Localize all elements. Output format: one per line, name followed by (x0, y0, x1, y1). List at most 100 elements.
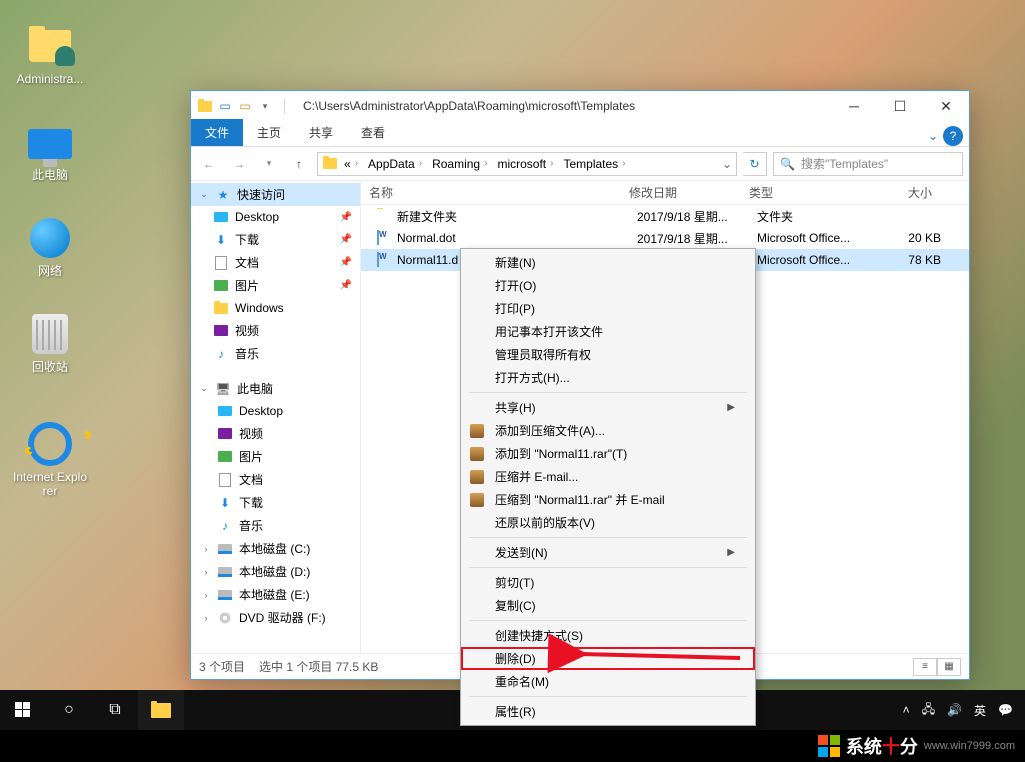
sidebar-item[interactable]: Windows (191, 297, 360, 319)
sidebar-item[interactable]: ♪音乐 (191, 514, 360, 537)
menu-item[interactable]: 新建(N) (461, 251, 755, 274)
sidebar-item-label: 本地磁盘 (D:) (239, 563, 310, 580)
network[interactable]: 网络 (12, 214, 88, 278)
sidebar-quick-access[interactable]: ⌄ ★ 快速访问 (191, 183, 360, 206)
column-date[interactable]: 修改日期 (621, 184, 741, 201)
menu-item[interactable]: 剪切(T) (461, 571, 755, 594)
tray-action-center-icon[interactable]: 💬 (998, 703, 1013, 717)
menu-item[interactable]: 发送到(N)▶ (461, 541, 755, 564)
sidebar-item[interactable]: ›本地磁盘 (C:) (191, 537, 360, 560)
sidebar-item[interactable]: ›DVD 驱动器 (F:) (191, 606, 360, 629)
menu-item[interactable]: 管理员取得所有权 (461, 343, 755, 366)
titlebar[interactable]: ▭ ▭ ▾ │ C:\Users\Administrator\AppData\R… (191, 91, 969, 121)
column-name[interactable]: 名称 (361, 184, 621, 201)
sidebar-item[interactable]: 文档📌 (191, 251, 360, 274)
column-type[interactable]: 类型 (741, 184, 861, 201)
forward-button[interactable]: → (227, 152, 251, 176)
menu-item[interactable]: 压缩到 "Normal11.rar" 并 E-mail (461, 488, 755, 511)
menu-item[interactable]: 用记事本打开该文件 (461, 320, 755, 343)
close-button[interactable]: ✕ (923, 91, 969, 121)
start-button[interactable] (0, 690, 46, 730)
menu-item[interactable]: 打开(O) (461, 274, 755, 297)
menu-item[interactable]: 打开方式(H)... (461, 366, 755, 389)
tab-view[interactable]: 查看 (347, 119, 399, 146)
refresh-button[interactable]: ↻ (743, 152, 767, 176)
file-row[interactable]: Normal.dot2017/9/18 星期...Microsoft Offic… (361, 227, 969, 249)
tab-share[interactable]: 共享 (295, 119, 347, 146)
sidebar-item[interactable]: 文档 (191, 468, 360, 491)
chevron-right-icon: › (201, 544, 211, 554)
breadcrumb-item[interactable]: AppData› (364, 157, 426, 171)
file-row[interactable]: 新建文件夹2017/9/18 星期...文件夹 (361, 205, 969, 227)
this-pc-group: ⌄ 🖥 此电脑 Desktop视频图片文档⬇下载♪音乐›本地磁盘 (C:)›本地… (191, 375, 360, 631)
breadcrumb-item[interactable]: «› (340, 157, 362, 171)
search-taskbar-button[interactable]: ○ (46, 690, 92, 730)
properties-qat-icon[interactable]: ▭ (217, 98, 233, 114)
sidebar-item[interactable]: ›本地磁盘 (D:) (191, 560, 360, 583)
view-details-button[interactable]: ≡ (913, 658, 937, 676)
this-pc[interactable]: 此电脑 (12, 118, 88, 182)
column-size[interactable]: 大小 (861, 184, 941, 201)
recycle-bin[interactable]: 回收站 (12, 310, 88, 374)
menu-item[interactable]: 重命名(M) (461, 670, 755, 693)
tab-file[interactable]: 文件 (191, 119, 243, 146)
sidebar-item-label: DVD 驱动器 (F:) (239, 609, 326, 626)
sidebar-item[interactable]: Desktop (191, 400, 360, 422)
ribbon-expand-icon[interactable]: ⌄ (923, 126, 943, 146)
help-icon[interactable]: ? (943, 126, 963, 146)
desktop-icon-label: Internet Explorer (12, 470, 88, 498)
minimize-button[interactable]: ─ (831, 91, 877, 121)
menu-item[interactable]: 打印(P) (461, 297, 755, 320)
sidebar-this-pc[interactable]: ⌄ 🖥 此电脑 (191, 377, 360, 400)
column-headers[interactable]: 名称 修改日期 类型 大小 (361, 181, 969, 205)
new-folder-qat-icon[interactable]: ▭ (237, 98, 253, 114)
menu-item[interactable]: 添加到压缩文件(A)... (461, 419, 755, 442)
address-dropdown-icon[interactable]: ⌄ (722, 157, 732, 171)
task-view-button[interactable]: ⧉ (92, 690, 138, 730)
menu-item[interactable]: 添加到 "Normal11.rar"(T) (461, 442, 755, 465)
internet-explorer[interactable]: Internet Explorer (12, 420, 88, 498)
menu-item[interactable]: 共享(H)▶ (461, 396, 755, 419)
breadcrumb-item[interactable]: Templates› (559, 157, 629, 171)
file-explorer-taskbar-button[interactable] (138, 690, 184, 730)
maximize-button[interactable]: ☐ (877, 91, 923, 121)
qat-dropdown-icon[interactable]: ▾ (257, 98, 273, 114)
navigation-pane[interactable]: ⌄ ★ 快速访问 Desktop📌⬇下载📌文档📌图片📌Windows视频♪音乐 … (191, 181, 361, 653)
sidebar-item-icon (217, 564, 233, 580)
search-box[interactable]: 🔍 搜索"Templates" (773, 152, 963, 176)
sidebar-item-label: 下载 (235, 231, 259, 248)
sidebar-item[interactable]: Desktop📌 (191, 206, 360, 228)
sidebar-item[interactable]: 图片📌 (191, 274, 360, 297)
sidebar-item[interactable]: 视频 (191, 422, 360, 445)
sidebar-item[interactable]: ⬇下载📌 (191, 228, 360, 251)
sidebar-item-label: 视频 (235, 322, 259, 339)
menu-item[interactable]: 属性(R) (461, 700, 755, 723)
tray-up-icon[interactable]: ˄ (903, 703, 910, 717)
sidebar-item[interactable]: 视频 (191, 319, 360, 342)
tray-volume-icon[interactable]: 🔊 (947, 703, 962, 717)
menu-item[interactable]: 压缩并 E-mail... (461, 465, 755, 488)
menu-item[interactable]: 删除(D) (461, 647, 755, 670)
breadcrumb-item[interactable]: microsoft› (493, 157, 557, 171)
system-tray[interactable]: ˄ 🖧 🔊 英 💬 (891, 700, 1025, 721)
menu-item[interactable]: 复制(C) (461, 594, 755, 617)
menu-item[interactable]: 创建快捷方式(S) (461, 624, 755, 647)
sidebar-item[interactable]: ⬇下载 (191, 491, 360, 514)
sidebar-item[interactable]: ›本地磁盘 (E:) (191, 583, 360, 606)
view-icons-button[interactable]: ▦ (937, 658, 961, 676)
menu-item[interactable]: 还原以前的版本(V) (461, 511, 755, 534)
pin-icon: 📌 (340, 257, 352, 268)
recent-dropdown-icon[interactable]: ▾ (257, 152, 281, 176)
breadcrumb-item[interactable]: Roaming› (428, 157, 491, 171)
up-button[interactable]: ↑ (287, 152, 311, 176)
sidebar-item-icon (213, 209, 229, 225)
tray-network-icon[interactable]: 🖧 (922, 700, 935, 721)
file-size: 20 KB (869, 231, 949, 245)
address-bar[interactable]: «›AppData›Roaming›microsoft›Templates› ⌄ (317, 152, 737, 176)
sidebar-item[interactable]: ♪音乐 (191, 342, 360, 365)
sidebar-item[interactable]: 图片 (191, 445, 360, 468)
back-button[interactable]: ← (197, 152, 221, 176)
tray-ime-icon[interactable]: 英 (974, 702, 986, 719)
tab-home[interactable]: 主页 (243, 119, 295, 146)
administrator-folder[interactable]: Administra... (12, 22, 88, 86)
